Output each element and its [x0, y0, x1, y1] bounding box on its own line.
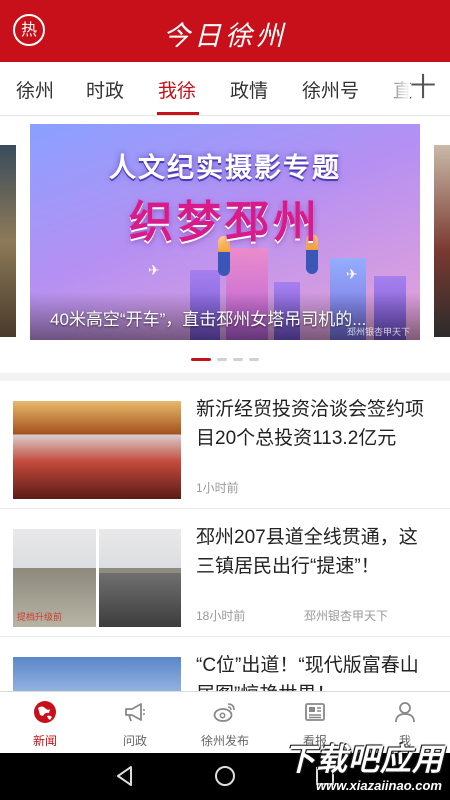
bird-icon: ✈ [346, 266, 358, 282]
back-icon[interactable] [113, 764, 137, 788]
banner-carousel[interactable]: ✈ ✈ 人文纪实摄影专题 织梦邳州 40米高空“开车”，直击邳州女塔吊司机的..… [0, 117, 450, 373]
app-screen: 热 今日徐州 徐州 时政 我徐 政情 徐州号 直 十 ✈ ✈ 人文纪实摄影专题 … [0, 0, 450, 800]
news-meta: 1小时前 [196, 479, 436, 496]
news-thumbnail [13, 657, 181, 691]
news-time: 1小时前 [196, 481, 239, 495]
news-list: 新沂经贸投资洽谈会签约项目20个总投资113.2亿元 1小时前 提档升级前 邳州… [0, 373, 450, 691]
nav-label: 看报 [302, 734, 327, 748]
add-channel-button[interactable]: 十 [410, 73, 436, 101]
news-title: 邳州207县道全线贯通，这三镇居民出行“提速”！ [196, 527, 418, 577]
bird-icon: ✈ [148, 262, 160, 278]
banner-slide[interactable]: ✈ ✈ 人文纪实摄影专题 织梦邳州 40米高空“开车”，直击邳州女塔吊司机的..… [30, 124, 420, 340]
slide-headline: 织梦邳州 [129, 198, 321, 247]
news-title: 新沂经贸投资洽谈会签约项目20个总投资113.2亿元 [196, 399, 425, 449]
image-divider [96, 529, 99, 627]
prev-slide-peek[interactable] [0, 145, 16, 337]
nav-label: 我 [398, 734, 411, 748]
news-title: “C位”出道！“现代版富春山居图”惊艳世界！ [196, 655, 419, 691]
app-title: 今日徐州 [163, 21, 287, 52]
news-item[interactable]: 新沂经贸投资洽谈会签约项目20个总投资113.2亿元 1小时前 [0, 381, 450, 509]
nav-xuzhou-fabu[interactable]: 徐州发布 [180, 692, 270, 754]
nav-news[interactable]: 新闻 [0, 692, 90, 754]
top-header: 热 今日徐州 [0, 0, 450, 62]
nav-label: 新闻 [32, 734, 57, 748]
tab-fade [380, 62, 410, 114]
news-item[interactable]: 提档升级前 邳州207县道全线贯通，这三镇居民出行“提速”！ 18小时前 邳州银… [0, 509, 450, 637]
bottom-nav: 新闻 问政 徐州发布 看报 我 [0, 691, 450, 753]
user-icon [395, 702, 415, 723]
tab-shizheng[interactable]: 时政 [86, 76, 124, 103]
news-meta: 18小时前 邳州银杏甲天下 [196, 607, 436, 624]
channel-tabs: 徐州 时政 我徐 政情 徐州号 直 十 [0, 62, 450, 116]
nav-kanbao[interactable]: 看报 [270, 692, 360, 754]
nav-wenzheng[interactable]: 问政 [90, 692, 180, 754]
newspaper-icon [305, 703, 325, 721]
carousel-indicator [0, 358, 450, 364]
road-graphic [99, 573, 181, 627]
nav-label: 问政 [122, 734, 147, 748]
nav-label: 徐州发布 [200, 734, 249, 748]
news-time: 18小时前 [196, 609, 246, 623]
carousel-dot[interactable] [191, 358, 211, 361]
tab-xuzhou[interactable]: 徐州 [16, 76, 54, 103]
system-nav-bar [0, 753, 450, 800]
news-thumbnail: 提档升级前 [13, 529, 181, 627]
section-separator [0, 373, 450, 381]
megaphone-icon [125, 703, 145, 722]
slide-watermark: 邳州银杏甲天下 [346, 327, 410, 337]
tab-woxu[interactable]: 我徐 [158, 76, 196, 103]
tab-xuzhouhao[interactable]: 徐州号 [302, 76, 359, 103]
image-tag: 提档升级前 [17, 612, 63, 622]
carousel-dot[interactable] [233, 358, 243, 361]
home-icon[interactable] [213, 764, 237, 788]
active-tab-indicator [157, 112, 199, 115]
weibo-icon [213, 703, 235, 722]
tab-zhengqing[interactable]: 政情 [230, 76, 268, 103]
globe-icon [34, 701, 56, 723]
news-item[interactable]: “C位”出道！“现代版富春山居图”惊艳世界！ [0, 637, 450, 691]
carousel-dot[interactable] [249, 358, 259, 361]
carousel-dot[interactable] [217, 358, 227, 361]
slide-topic: 人文纪实摄影专题 [109, 153, 341, 183]
recents-icon[interactable] [313, 764, 337, 788]
nav-me[interactable]: 我 [360, 692, 450, 754]
news-source: 邳州银杏甲天下 [304, 609, 389, 623]
news-thumbnail [13, 401, 181, 499]
next-slide-peek[interactable] [434, 145, 450, 337]
